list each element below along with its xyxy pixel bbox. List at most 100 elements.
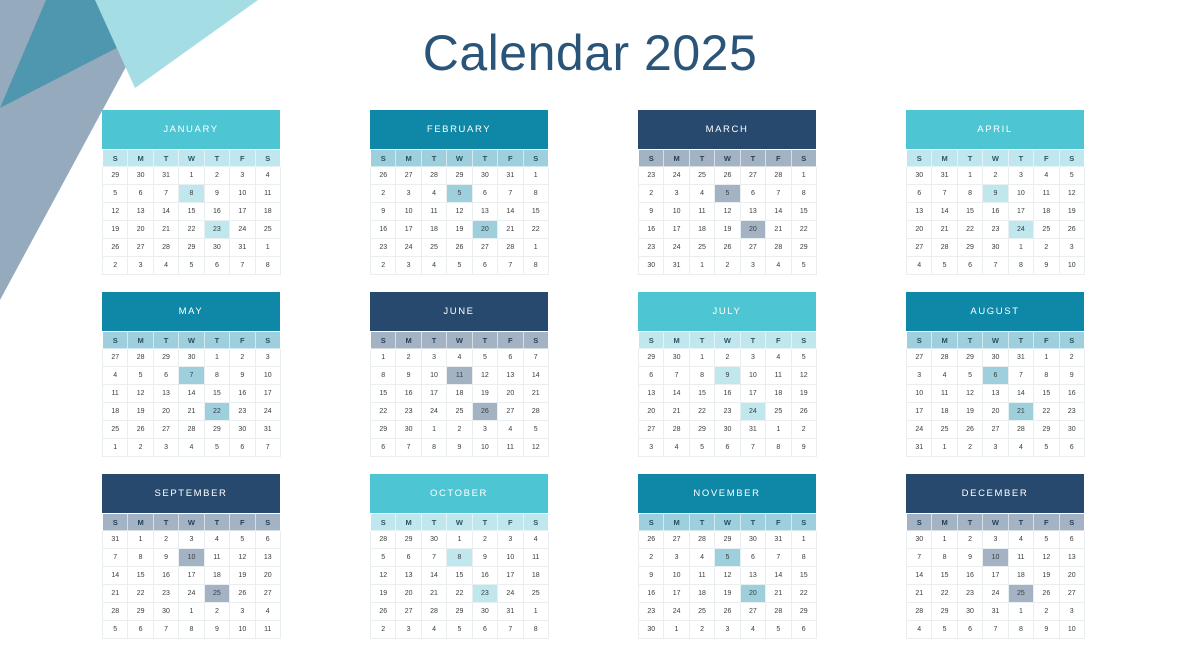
day-cell[interactable]: 23 <box>637 602 665 621</box>
day-cell[interactable]: 27 <box>395 602 422 621</box>
day-cell[interactable]: 6 <box>127 184 154 203</box>
day-cell-highlighted[interactable]: 8 <box>178 184 205 203</box>
day-cell[interactable]: 1 <box>369 348 397 367</box>
day-cell[interactable]: 5 <box>1058 166 1085 185</box>
day-cell[interactable]: 15 <box>369 384 397 403</box>
day-cell-adjacent-month[interactable]: 9 <box>1033 256 1060 275</box>
day-cell[interactable]: 13 <box>254 548 281 567</box>
day-cell[interactable]: 18 <box>931 402 958 421</box>
day-cell-adjacent-month[interactable]: 28 <box>931 348 958 367</box>
day-cell[interactable]: 7 <box>497 184 524 203</box>
day-cell-highlighted[interactable]: 23 <box>203 220 231 239</box>
day-cell[interactable]: 20 <box>982 402 1009 421</box>
day-cell[interactable]: 6 <box>1058 530 1085 549</box>
day-cell[interactable]: 27 <box>637 420 665 439</box>
day-cell[interactable]: 11 <box>101 384 129 403</box>
day-cell[interactable]: 20 <box>1058 566 1085 585</box>
day-cell-adjacent-month[interactable]: 2 <box>714 256 741 275</box>
day-cell[interactable]: 1 <box>1033 348 1060 367</box>
day-cell[interactable]: 19 <box>471 384 499 403</box>
day-cell[interactable]: 25 <box>765 402 792 421</box>
day-cell[interactable]: 5 <box>471 348 499 367</box>
day-cell-adjacent-month[interactable]: 8 <box>254 256 281 275</box>
day-cell[interactable]: 3 <box>739 348 767 367</box>
day-cell[interactable]: 10 <box>497 548 524 567</box>
day-cell[interactable]: 28 <box>522 402 549 421</box>
day-cell[interactable]: 29 <box>127 602 154 621</box>
day-cell[interactable]: 15 <box>956 202 984 221</box>
day-cell[interactable]: 17 <box>905 402 933 421</box>
day-cell-adjacent-month[interactable]: 1 <box>178 602 205 621</box>
day-cell[interactable]: 7 <box>101 548 129 567</box>
day-cell[interactable]: 6 <box>739 184 767 203</box>
day-cell[interactable]: 1 <box>956 166 984 185</box>
day-cell[interactable]: 21 <box>765 584 792 603</box>
day-cell[interactable]: 7 <box>152 184 180 203</box>
day-cell[interactable]: 25 <box>1033 220 1060 239</box>
day-cell[interactable]: 31 <box>739 420 767 439</box>
day-cell-adjacent-month[interactable]: 3 <box>471 420 499 439</box>
day-cell[interactable]: 13 <box>395 566 422 585</box>
day-cell[interactable]: 8 <box>127 548 154 567</box>
day-cell[interactable]: 20 <box>127 220 154 239</box>
day-cell[interactable]: 25 <box>688 602 716 621</box>
day-cell-adjacent-month[interactable]: 29 <box>956 348 984 367</box>
day-cell-adjacent-month[interactable]: 2 <box>446 420 473 439</box>
day-cell-adjacent-month[interactable]: 1 <box>765 420 792 439</box>
day-cell-adjacent-month[interactable]: 29 <box>152 348 180 367</box>
day-cell-adjacent-month[interactable]: 7 <box>982 256 1009 275</box>
day-cell-adjacent-month[interactable]: 28 <box>369 530 397 549</box>
day-cell[interactable]: 12 <box>714 566 741 585</box>
day-cell[interactable]: 2 <box>369 184 397 203</box>
day-cell[interactable]: 21 <box>931 220 958 239</box>
day-cell[interactable]: 27 <box>127 238 154 257</box>
day-cell-adjacent-month[interactable]: 8 <box>420 438 448 457</box>
day-cell[interactable]: 3 <box>420 348 448 367</box>
day-cell-adjacent-month[interactable]: 5 <box>101 620 129 639</box>
day-cell[interactable]: 10 <box>663 202 690 221</box>
day-cell[interactable]: 14 <box>152 202 180 221</box>
day-cell[interactable]: 3 <box>1007 166 1035 185</box>
day-cell[interactable]: 31 <box>254 420 281 439</box>
day-cell[interactable]: 8 <box>931 548 958 567</box>
day-cell[interactable]: 2 <box>471 530 499 549</box>
day-cell[interactable]: 26 <box>790 402 817 421</box>
day-cell[interactable]: 23 <box>229 402 256 421</box>
day-cell[interactable]: 4 <box>203 530 231 549</box>
day-cell[interactable]: 25 <box>420 238 448 257</box>
day-cell[interactable]: 24 <box>229 220 256 239</box>
day-cell-highlighted[interactable]: 22 <box>203 402 231 421</box>
day-cell[interactable]: 9 <box>203 184 231 203</box>
day-cell[interactable]: 6 <box>152 366 180 385</box>
day-cell[interactable]: 30 <box>229 420 256 439</box>
day-cell[interactable]: 21 <box>905 584 933 603</box>
day-cell-highlighted[interactable]: 25 <box>203 584 231 603</box>
day-cell[interactable]: 13 <box>1058 548 1085 567</box>
day-cell-adjacent-month[interactable]: 5 <box>446 256 473 275</box>
day-cell[interactable]: 26 <box>101 238 129 257</box>
day-cell-adjacent-month[interactable]: 12 <box>522 438 549 457</box>
day-cell[interactable]: 13 <box>471 202 499 221</box>
day-cell[interactable]: 30 <box>714 420 741 439</box>
day-cell-highlighted[interactable]: 9 <box>714 366 741 385</box>
day-cell[interactable]: 27 <box>739 602 767 621</box>
day-cell-adjacent-month[interactable]: 5 <box>765 620 792 639</box>
day-cell[interactable]: 18 <box>522 566 549 585</box>
day-cell[interactable]: 1 <box>790 166 817 185</box>
day-cell-adjacent-month[interactable]: 26 <box>637 530 665 549</box>
day-cell[interactable]: 28 <box>663 420 690 439</box>
day-cell[interactable]: 23 <box>152 584 180 603</box>
day-cell[interactable]: 22 <box>522 220 549 239</box>
day-cell[interactable]: 16 <box>203 202 231 221</box>
day-cell[interactable]: 23 <box>369 238 397 257</box>
day-cell-adjacent-month[interactable]: 3 <box>1058 602 1085 621</box>
day-cell[interactable]: 25 <box>688 238 716 257</box>
day-cell[interactable]: 7 <box>765 184 792 203</box>
day-cell[interactable]: 1 <box>790 530 817 549</box>
day-cell-adjacent-month[interactable]: 8 <box>178 620 205 639</box>
day-cell[interactable]: 20 <box>254 566 281 585</box>
day-cell[interactable]: 17 <box>497 566 524 585</box>
day-cell[interactable]: 24 <box>395 238 422 257</box>
day-cell-adjacent-month[interactable]: 31 <box>101 530 129 549</box>
day-cell[interactable]: 17 <box>663 220 690 239</box>
